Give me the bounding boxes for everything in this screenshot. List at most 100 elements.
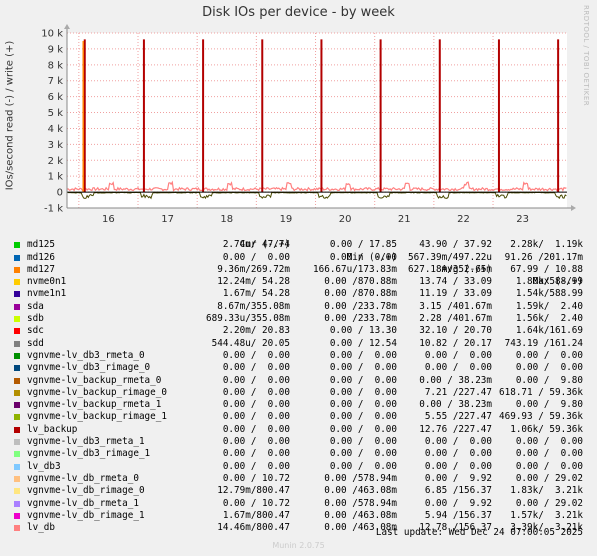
legend-max: 0.00 / 0.00 xyxy=(515,460,583,472)
legend-avg: 10.82 / 20.17 xyxy=(419,337,492,349)
y-tick-label: 4 k xyxy=(48,124,64,135)
legend-name: vgnvme-lv_db3_rimage_0 xyxy=(27,362,151,374)
legend-max: 1.64k/161.69 xyxy=(515,325,583,337)
legend-row: vgnvme-lv_db3_rimage_0 0.00 / 0.00 0.00 / … xyxy=(12,362,592,374)
legend-avg: 0.00 / 38.23m xyxy=(419,399,492,411)
legend-min: 0.00 / 0.00 xyxy=(329,423,397,435)
legend-name: vgnvme-lv_db3_rmeta_0 xyxy=(27,349,145,361)
y-tick-label: 3 k xyxy=(48,140,64,151)
legend-avg: 32.10 / 20.70 xyxy=(419,325,492,337)
legend-row: vgnvme-lv_db3_rimage_1 0.00 / 0.00 0.00 / … xyxy=(12,448,592,460)
legend-row: vgnvme-lv_db3_rmeta_1 0.00 / 0.00 0.00 / 0… xyxy=(12,436,592,448)
legend-swatch xyxy=(14,389,20,396)
y-tick-label: 2 k xyxy=(48,156,64,167)
legend-max: 0.00 / 9.80 xyxy=(515,374,583,386)
legend-row: vgnvme-lv_db_rmeta_0 0.00 / 10.72 0.00 /57… xyxy=(12,473,592,485)
legend-max: 0.00 / 29.02 xyxy=(515,472,583,484)
legend-min: 0.00 /578.94m xyxy=(324,497,397,509)
legend-cur: 0.00 / 10.72 xyxy=(222,497,290,509)
x-tick-label: 17 xyxy=(161,214,174,222)
legend-avg: 0.00 / 0.00 xyxy=(424,436,492,448)
legend-cur: 1.67m/800.47 xyxy=(222,509,290,521)
legend-row: vgnvme-lv_db_rimage_0 12.79m/800.47 0.00 /… xyxy=(12,485,592,497)
legend-avg: 0.00 / 0.00 xyxy=(424,448,492,460)
legend-name: vgnvme-lv_db_rmeta_0 xyxy=(27,472,139,484)
legend-min: 0.00 /578.94m xyxy=(324,472,397,484)
legend-name: sdc xyxy=(27,325,44,337)
legend-max: 0.00 / 0.00 xyxy=(515,448,583,460)
legend-header: Cur (-/+) Min (-/+) Avg (-/+) Max (-/+) xyxy=(12,227,592,287)
legend-max: 1.56k/ 2.40 xyxy=(515,313,583,325)
legend-cur: 0.00 / 0.00 xyxy=(222,423,290,435)
legend-avg: 5.55 /227.47 xyxy=(424,411,492,423)
legend-min: 0.00 / 0.00 xyxy=(329,349,397,361)
x-tick-label: 21 xyxy=(398,214,411,222)
plot-background xyxy=(67,33,567,208)
legend-row: vgnvme-lv_backup_rimage_0 0.00 / 0.00 0.00… xyxy=(12,387,592,399)
last-update: Last update: Wed Dec 24 07:00:05 2025 xyxy=(375,527,583,538)
x-tick-label: 19 xyxy=(280,214,293,222)
legend-min: 0.00 /870.88m xyxy=(324,288,397,300)
legend-swatch xyxy=(14,352,20,359)
x-tick-label: 22 xyxy=(457,214,470,222)
legend-row: sdb 689.33u/355.08m 0.00 /233.78m 2.28 /401… xyxy=(12,313,592,325)
legend-min: 0.00 /463.08m xyxy=(324,485,397,497)
legend-name: md125 xyxy=(27,239,55,251)
legend-avg: 0.00 / 9.92 xyxy=(424,497,492,509)
legend-max: 0.00 / 9.80 xyxy=(515,399,583,411)
legend-min: 0.00 / 13.30 xyxy=(329,325,397,337)
legend-cur: 689.33u/355.08m xyxy=(206,313,290,325)
legend-swatch xyxy=(14,414,20,421)
legend-avg: 0.00 / 38.23m xyxy=(419,374,492,386)
legend-name: sda xyxy=(27,300,44,312)
chart-plot: -1 k 0 1 k 2 k 3 k 4 k 5 k 6 k 7 k 8 k 9 k 10 k 16 17… xyxy=(41,24,576,222)
legend-row: lv_db3 0.00 / 0.00 0.00 / 0.00 0.00 / 0.00 0… xyxy=(12,461,592,473)
y-tick-label: 7 k xyxy=(48,76,64,87)
x-axis-arrow xyxy=(571,205,576,211)
legend-name: sdd xyxy=(27,337,44,349)
x-tick-label: 20 xyxy=(339,214,352,222)
legend-row: vgnvme-lv_db_rmeta_1 0.00 / 10.72 0.00 /57… xyxy=(12,498,592,510)
y-tick-label: 10 k xyxy=(41,29,63,40)
legend-max: 0.00 / 0.00 xyxy=(515,362,583,374)
legend-swatch xyxy=(14,377,20,384)
legend-swatch xyxy=(14,328,20,335)
legend-max: 1.80k/588.99 xyxy=(515,276,583,288)
legend-swatch xyxy=(14,488,20,495)
legend-min: 0.00 / 12.54 xyxy=(329,337,397,349)
legend-swatch xyxy=(14,316,20,323)
legend-name: vgnvme-lv_db3_rimage_1 xyxy=(27,448,151,460)
legend-swatch xyxy=(14,365,20,372)
y-tick-label: -1 k xyxy=(44,204,63,215)
legend-min: 0.00 / 0.00 xyxy=(329,362,397,374)
legend-max: 618.71 / 59.36k xyxy=(499,386,583,398)
legend-swatch xyxy=(14,500,20,507)
legend-min: 0.00 /233.78m xyxy=(324,300,397,312)
y-axis-arrow xyxy=(64,24,70,29)
legend-min: 0.00 / 0.00 xyxy=(329,460,397,472)
legend-max: 2.28k/ 1.19k xyxy=(510,239,583,251)
legend-max: 469.93 / 59.36k xyxy=(499,411,583,423)
legend-cur: 0.00 / 0.00 xyxy=(222,436,290,448)
legend-row: md126 0.00 / 0.00 0.00 / 0.00 567.39m/497.2… xyxy=(12,252,592,264)
legend-min: 0.00 / 0.00 xyxy=(329,399,397,411)
legend-avg: 3.15 /401.67m xyxy=(419,300,492,312)
legend-swatch xyxy=(14,426,20,433)
legend-max: 1.83k/ 3.21k xyxy=(510,485,583,497)
legend-max: 0.00 / 0.00 xyxy=(515,349,583,361)
legend-min: 0.00 /233.78m xyxy=(324,313,397,325)
legend-cur: 0.00 / 0.00 xyxy=(222,349,290,361)
legend-cur: 2.74m/ 47.74 xyxy=(222,239,290,251)
legend-cur: 2.20m/ 20.83 xyxy=(222,325,290,337)
legend-swatch xyxy=(14,279,20,286)
legend-name: md126 xyxy=(27,251,55,263)
legend-name: vgnvme-lv_backup_rimage_1 xyxy=(27,411,167,423)
legend-avg: 0.00 / 9.92 xyxy=(424,472,492,484)
x-tick-label: 23 xyxy=(516,214,529,222)
legend-name: vgnvme-lv_db3_rmeta_1 xyxy=(27,436,145,448)
legend-min: 166.67u/173.83m xyxy=(313,263,397,275)
legend-name: vgnvme-lv_backup_rimage_0 xyxy=(27,386,167,398)
legend-max: 0.00 / 29.02 xyxy=(515,497,583,509)
y-tick-label: 8 k xyxy=(48,60,64,71)
legend-min: 0.00 / 0.00 xyxy=(329,386,397,398)
